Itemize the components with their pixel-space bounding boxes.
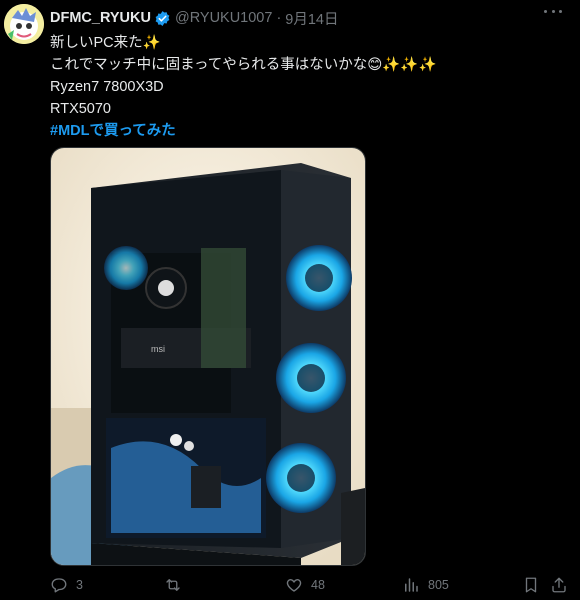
reply-icon [51, 578, 67, 593]
tweet-actions: 3 48 805 [50, 576, 570, 600]
hashtag-link[interactable]: #MDLで買ってみた [50, 120, 570, 142]
tweet-line: Ryzen7 7800X3D [50, 79, 164, 95]
retweet-icon [166, 579, 180, 591]
svg-text:msi: msi [151, 344, 165, 354]
retweet-button[interactable] [164, 576, 190, 594]
tweet-media[interactable]: msi [50, 147, 366, 566]
bookmark-button[interactable] [522, 576, 548, 594]
more-options-icon[interactable] [544, 10, 562, 16]
bookmark-icon [525, 577, 537, 593]
tweet-text: 新しいPC来た✨ これでマッチ中に固まってやられる事はないかな😊✨✨✨ Ryze… [50, 32, 570, 142]
heart-icon [286, 579, 302, 592]
separator-dot: · [276, 10, 282, 26]
views-chart-icon [405, 578, 418, 592]
views-count: 805 [428, 578, 449, 592]
reply-count: 3 [76, 578, 83, 592]
tweet[interactable]: DFMC_RYUKU @RYUKU1007 · 9月14日 新しいPC来た✨ こ… [0, 0, 580, 600]
share-button[interactable] [550, 576, 576, 594]
reply-button[interactable]: 3 [50, 576, 83, 594]
avatar[interactable] [4, 4, 44, 44]
verified-badge-icon [155, 10, 170, 26]
display-name[interactable]: DFMC_RYUKU [50, 10, 151, 26]
avatar-image [4, 4, 44, 44]
pc-case-photo: msi [51, 148, 365, 565]
tweet-date[interactable]: 9月14日 [285, 8, 338, 29]
tweet-line: これでマッチ中に固まってやられる事はないかな😊✨✨✨ [50, 57, 437, 73]
tweet-line: 新しいPC来た✨ [50, 35, 161, 51]
like-count: 48 [311, 578, 325, 592]
share-icon [552, 577, 566, 593]
tweet-header: DFMC_RYUKU @RYUKU1007 · 9月14日 [50, 8, 339, 28]
like-button[interactable]: 48 [285, 576, 325, 594]
user-handle[interactable]: @RYUKU1007 [175, 10, 272, 26]
tweet-line: RTX5070 [50, 101, 111, 117]
views-button[interactable]: 805 [402, 576, 449, 594]
